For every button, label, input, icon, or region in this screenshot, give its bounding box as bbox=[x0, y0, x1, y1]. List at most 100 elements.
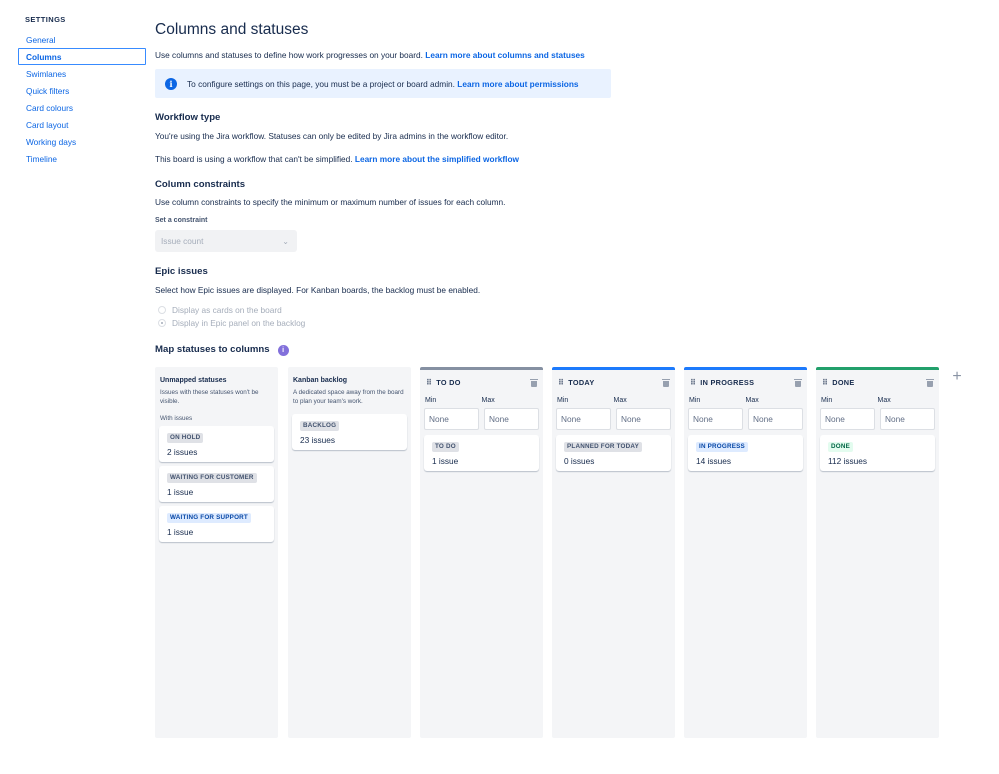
max-input[interactable]: None bbox=[748, 408, 803, 430]
status-card[interactable]: TO DO 1 issue bbox=[424, 435, 539, 471]
unmapped-name: Unmapped statuses bbox=[160, 377, 227, 384]
minmax-inputs: None None bbox=[816, 408, 939, 430]
issue-count: 1 issue bbox=[432, 456, 459, 466]
status-lozenge: TO DO bbox=[432, 442, 459, 452]
minmax-labels: Min Max bbox=[552, 396, 675, 406]
trash-icon[interactable] bbox=[794, 378, 802, 387]
issue-count: 2 issues bbox=[167, 447, 198, 457]
min-label: Min bbox=[557, 397, 569, 404]
status-card[interactable]: WAITING FOR SUPPORT 1 issue bbox=[159, 506, 274, 542]
status-lozenge: PLANNED FOR TODAY bbox=[564, 442, 642, 452]
status-lozenge: DONE bbox=[828, 442, 853, 452]
drag-handle-icon[interactable]: ⠿ bbox=[822, 378, 828, 387]
column-title: ⠿ TO DO bbox=[426, 378, 461, 387]
permissions-link[interactable]: Learn more about permissions bbox=[457, 79, 578, 89]
minmax-inputs: None None bbox=[684, 408, 807, 430]
trash-icon[interactable] bbox=[926, 378, 934, 387]
max-label: Max bbox=[481, 397, 495, 404]
backlog-desc: A dedicated space away from the board to… bbox=[293, 389, 404, 405]
workflow-section: Workflow type You're using the Jira work… bbox=[155, 111, 985, 166]
sidebar-item-timeline[interactable]: Timeline bbox=[18, 150, 146, 167]
issue-count: 1 issue bbox=[167, 527, 194, 537]
sidebar-item-quick-filters[interactable]: Quick filters bbox=[18, 82, 146, 99]
epic-option-cards-label: Display as cards on the board bbox=[172, 304, 282, 315]
issue-count: 0 issues bbox=[564, 456, 595, 466]
sidebar-item-columns[interactable]: Columns bbox=[18, 48, 146, 65]
sidebar-item-card-colours[interactable]: Card colours bbox=[18, 99, 146, 116]
column-title: ⠿ TODAY bbox=[558, 378, 595, 387]
min-input[interactable]: None bbox=[820, 408, 875, 430]
minmax-labels: Min Max bbox=[684, 396, 807, 406]
info-icon: i bbox=[165, 77, 177, 90]
add-column-button[interactable]: + bbox=[949, 368, 965, 385]
sidebar-item-general[interactable]: General bbox=[18, 31, 146, 48]
radio-panel[interactable] bbox=[158, 318, 166, 327]
column-header[interactable]: ⠿ TO DO bbox=[420, 372, 543, 392]
drag-handle-icon[interactable]: ⠿ bbox=[426, 378, 432, 387]
epic-option-cards[interactable]: Display as cards on the board bbox=[158, 303, 985, 316]
page-title: Columns and statuses bbox=[155, 21, 309, 38]
intro-text: Use columns and statuses to define how w… bbox=[155, 48, 985, 62]
workflow-title: Workflow type bbox=[155, 112, 221, 123]
workflow-line-2: This board is using a workflow that can'… bbox=[155, 153, 985, 166]
column-to-do: ⠿ TO DO Min Max None None TO DO 1 issue bbox=[420, 367, 543, 738]
column-in-progress: ⠿ IN PROGRESS Min Max None None IN PROGRES… bbox=[684, 367, 807, 738]
epic-option-panel-label: Display in Epic panel on the backlog bbox=[172, 317, 306, 328]
epic-option-panel[interactable]: Display in Epic panel on the backlog bbox=[158, 316, 985, 329]
max-label: Max bbox=[745, 397, 759, 404]
status-card[interactable]: PLANNED FOR TODAY 0 issues bbox=[556, 435, 671, 471]
constraint-label: Set a constraint bbox=[155, 217, 208, 224]
column-done: ⠿ DONE Min Max None None DONE 112 issues bbox=[816, 367, 939, 738]
status-card[interactable]: WAITING FOR CUSTOMER 1 issue bbox=[159, 466, 274, 502]
column-header[interactable]: ⠿ IN PROGRESS bbox=[684, 372, 807, 392]
constraint-value: Issue count bbox=[161, 236, 204, 246]
column-title-text: TODAY bbox=[568, 377, 595, 387]
status-card[interactable]: BACKLOG 23 issues bbox=[292, 414, 407, 450]
column-title-text: IN PROGRESS bbox=[700, 377, 755, 387]
status-card[interactable]: DONE 112 issues bbox=[820, 435, 935, 471]
min-input[interactable]: None bbox=[688, 408, 743, 430]
epic-title: Epic issues bbox=[155, 266, 208, 277]
sidebar-item-working-days[interactable]: Working days bbox=[18, 133, 146, 150]
settings-sidebar: SETTINGS General Columns Swimlanes Quick… bbox=[18, 14, 146, 167]
constraint-select[interactable]: Issue count ⌄ bbox=[155, 230, 297, 252]
max-input[interactable]: None bbox=[880, 408, 935, 430]
max-input[interactable]: None bbox=[616, 408, 671, 430]
min-label: Min bbox=[425, 397, 437, 404]
columns-board: Unmapped statuses Issues with these stat… bbox=[155, 367, 985, 738]
constraints-section: Column constraints Use column constraint… bbox=[155, 178, 985, 252]
simplified-workflow-link[interactable]: Learn more about the simplified workflow bbox=[355, 154, 519, 164]
max-label: Max bbox=[877, 397, 891, 404]
radio-cards[interactable] bbox=[158, 305, 166, 314]
minmax-labels: Min Max bbox=[420, 396, 543, 406]
column-header[interactable]: ⠿ TODAY bbox=[552, 372, 675, 392]
column-header[interactable]: ⠿ DONE bbox=[816, 372, 939, 392]
min-label: Min bbox=[689, 397, 701, 404]
with-issues-label: With issues bbox=[160, 415, 193, 422]
status-lozenge: WAITING FOR CUSTOMER bbox=[167, 473, 257, 483]
columns-help-link[interactable]: Learn more about columns and statuses bbox=[425, 50, 585, 60]
discovery-icon[interactable]: i bbox=[277, 344, 289, 356]
drag-handle-icon[interactable]: ⠿ bbox=[690, 378, 696, 387]
sidebar-item-card-layout[interactable]: Card layout bbox=[18, 116, 146, 133]
column-title: ⠿ DONE bbox=[822, 378, 855, 387]
issue-count: 14 issues bbox=[696, 456, 732, 466]
max-label: Max bbox=[613, 397, 627, 404]
max-input[interactable]: None bbox=[484, 408, 539, 430]
min-input[interactable]: None bbox=[556, 408, 611, 430]
drag-handle-icon[interactable]: ⠿ bbox=[558, 378, 564, 387]
backlog-header: Kanban backlog A dedicated space away fr… bbox=[288, 367, 411, 406]
trash-icon[interactable] bbox=[662, 378, 670, 387]
constraints-title: Column constraints bbox=[155, 179, 246, 190]
issue-count: 112 issues bbox=[828, 456, 868, 466]
trash-icon[interactable] bbox=[530, 378, 538, 387]
status-lozenge: ON HOLD bbox=[167, 433, 204, 443]
min-input[interactable]: None bbox=[424, 408, 479, 430]
main-content: Columns and statuses Use columns and sta… bbox=[155, 20, 985, 357]
workflow-line-2-text: This board is using a workflow that can'… bbox=[155, 154, 353, 164]
status-card[interactable]: IN PROGRESS 14 issues bbox=[688, 435, 803, 471]
epic-section: Epic issues Select how Epic issues are d… bbox=[155, 265, 985, 329]
sidebar-item-swimlanes[interactable]: Swimlanes bbox=[18, 65, 146, 82]
column-title-text: TO DO bbox=[436, 377, 461, 387]
status-card[interactable]: ON HOLD 2 issues bbox=[159, 426, 274, 462]
